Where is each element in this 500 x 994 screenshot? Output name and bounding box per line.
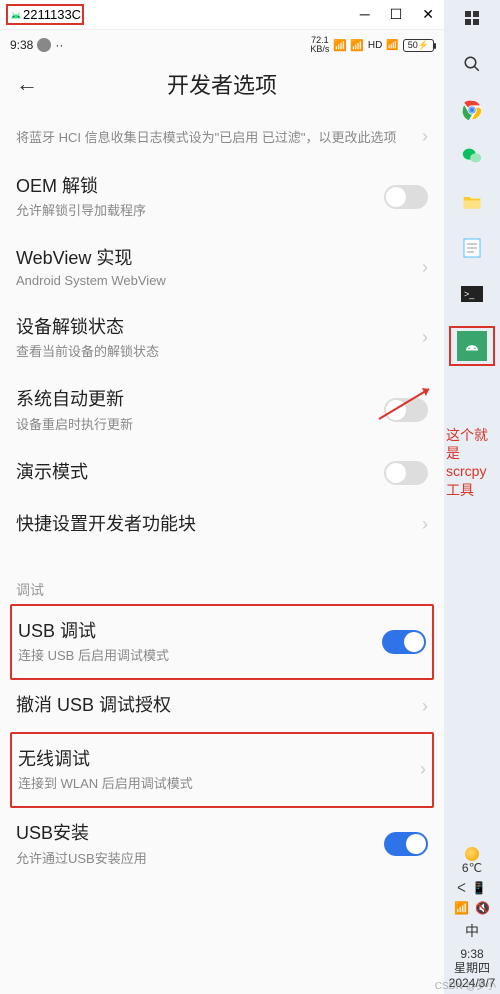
row-oem-sub: 允许解锁引导加载程序 [16, 200, 384, 219]
weather-widget[interactable]: 6℃ [462, 847, 482, 875]
chrome-icon[interactable] [458, 96, 486, 124]
demo-mode-toggle[interactable] [384, 461, 428, 485]
tray-overflow-icon[interactable]: ᐸ [457, 881, 466, 895]
auto-update-toggle[interactable] [384, 398, 428, 422]
scrcpy-icon[interactable] [457, 331, 487, 361]
row-wireless-debug[interactable]: 无线调试 连接到 WLAN 后启用调试模式 › [18, 740, 426, 800]
row-usb-debug[interactable]: USB 调试 连接 USB 后启用调试模式 [18, 612, 426, 672]
status-app-icon [37, 38, 51, 52]
row-oem-title: OEM 解锁 [16, 175, 384, 198]
row-revoke-usb[interactable]: 撤消 USB 调试授权 › [16, 680, 428, 731]
row-webview-title: WebView 实现 [16, 247, 416, 270]
close-button[interactable]: ✕ [422, 6, 434, 23]
usb-debug-toggle[interactable] [382, 630, 426, 654]
annotation-text: 这个就是 scrcpy工具 [446, 426, 496, 499]
explorer-icon[interactable] [458, 188, 486, 216]
chevron-icon: › [422, 126, 428, 147]
row-webview-sub: Android System WebView [16, 273, 416, 288]
status-time: 9:38 [10, 38, 33, 52]
terminal-icon[interactable]: >_ [458, 280, 486, 308]
usb-install-toggle[interactable] [384, 832, 428, 856]
row-unlock-status[interactable]: 设备解锁状态 查看当前设备的解锁状态 › [16, 302, 428, 374]
app-icon-highlight: 2211133C [6, 4, 84, 25]
watermark: CSDN @罗小 [435, 977, 496, 992]
wifi-tray-icon[interactable]: 📶 [454, 901, 469, 915]
page-title: 开发者选项 [38, 68, 406, 100]
row-autoupdate-sub: 设备重启时执行更新 [16, 414, 384, 433]
wechat-icon[interactable] [458, 142, 486, 170]
row-demo-title: 演示模式 [16, 461, 384, 484]
status-dots: ·· [55, 38, 63, 52]
notepad-icon[interactable] [458, 234, 486, 262]
phone-statusbar: 9:38 ·· 72.1KB/s 📶 📶 HD 📶 50⚡ [0, 30, 444, 60]
signal-icons: 📶 📶 [333, 39, 363, 52]
section-debug: 调试 [16, 550, 428, 604]
minimize-button[interactable]: ─ [360, 6, 370, 23]
row-wireless-title: 无线调试 [18, 748, 414, 771]
scrcpy-window: 2211133C ─ ☐ ✕ 9:38 ·· 72.1KB/s 📶 📶 HD 📶… [0, 0, 444, 994]
oem-unlock-toggle[interactable] [384, 185, 428, 209]
ime-indicator[interactable]: 中 [465, 921, 479, 941]
tray-phone-icon[interactable]: 📱 [472, 881, 487, 895]
svg-text:>_: >_ [464, 289, 475, 299]
row-wireless-sub: 连接到 WLAN 后启用调试模式 [18, 773, 414, 792]
battery-indicator: 50⚡ [403, 39, 434, 52]
row-unlock-title: 设备解锁状态 [16, 316, 416, 339]
row-autoupdate-title: 系统自动更新 [16, 388, 384, 411]
row-usb-install[interactable]: USB安装 允许通过USB安装应用 [16, 808, 428, 880]
row-bt-hci-text: 将蓝牙 HCI 信息收集日志模式设为"已启用 已过滤"，以更改此选项 [16, 127, 416, 146]
maximize-button[interactable]: ☐ [390, 6, 403, 23]
row-oem-unlock[interactable]: OEM 解锁 允许解锁引导加载程序 [16, 161, 428, 233]
chevron-icon: › [422, 257, 428, 278]
hd-indicator: HD [368, 40, 382, 51]
back-button[interactable]: ← [16, 71, 38, 97]
scrcpy-taskbar-highlight [449, 326, 495, 366]
search-icon[interactable] [458, 50, 486, 78]
window-titlebar: 2211133C ─ ☐ ✕ [0, 0, 444, 30]
row-demo-mode[interactable]: 演示模式 [16, 447, 428, 499]
system-tray: 6℃ ᐸ 📱 📶 🔇 中 9:38 星期四 2024/3/7 [444, 847, 500, 994]
row-quick-tiles[interactable]: 快捷设置开发者功能块 › [16, 499, 428, 550]
row-auto-update[interactable]: 系统自动更新 设备重启时执行更新 [16, 374, 428, 446]
row-usb-install-sub: 允许通过USB安装应用 [16, 848, 384, 867]
chevron-icon: › [422, 514, 428, 535]
window-controls: ─ ☐ ✕ [360, 6, 438, 23]
row-usb-install-title: USB安装 [16, 822, 384, 845]
row-usb-debug-title: USB 调试 [18, 620, 382, 643]
volume-icon[interactable]: 🔇 [475, 901, 490, 915]
window-title: 2211133C [23, 7, 81, 22]
chevron-icon: › [422, 327, 428, 348]
usb-debug-highlight: USB 调试 连接 USB 后启用调试模式 [10, 604, 434, 680]
page-header: ← 开发者选项 [0, 60, 444, 112]
row-usb-debug-sub: 连接 USB 后启用调试模式 [18, 645, 382, 664]
wifi-icon: 📶 [386, 40, 398, 51]
row-webview[interactable]: WebView 实现 Android System WebView › [16, 233, 428, 301]
taskview-icon[interactable] [458, 4, 486, 32]
row-unlock-sub: 查看当前设备的解锁状态 [16, 341, 416, 360]
data-rate: 72.1KB/s [310, 36, 329, 54]
temperature: 6℃ [462, 861, 482, 875]
row-revoke-title: 撤消 USB 调试授权 [16, 694, 416, 717]
weather-icon [465, 847, 479, 861]
row-quick-title: 快捷设置开发者功能块 [16, 513, 416, 536]
chevron-icon: › [420, 759, 426, 780]
wireless-debug-highlight: 无线调试 连接到 WLAN 后启用调试模式 › [10, 732, 434, 808]
row-bt-hci[interactable]: 将蓝牙 HCI 信息收集日志模式设为"已启用 已过滤"，以更改此选项 › [16, 112, 428, 161]
chevron-icon: › [422, 696, 428, 717]
